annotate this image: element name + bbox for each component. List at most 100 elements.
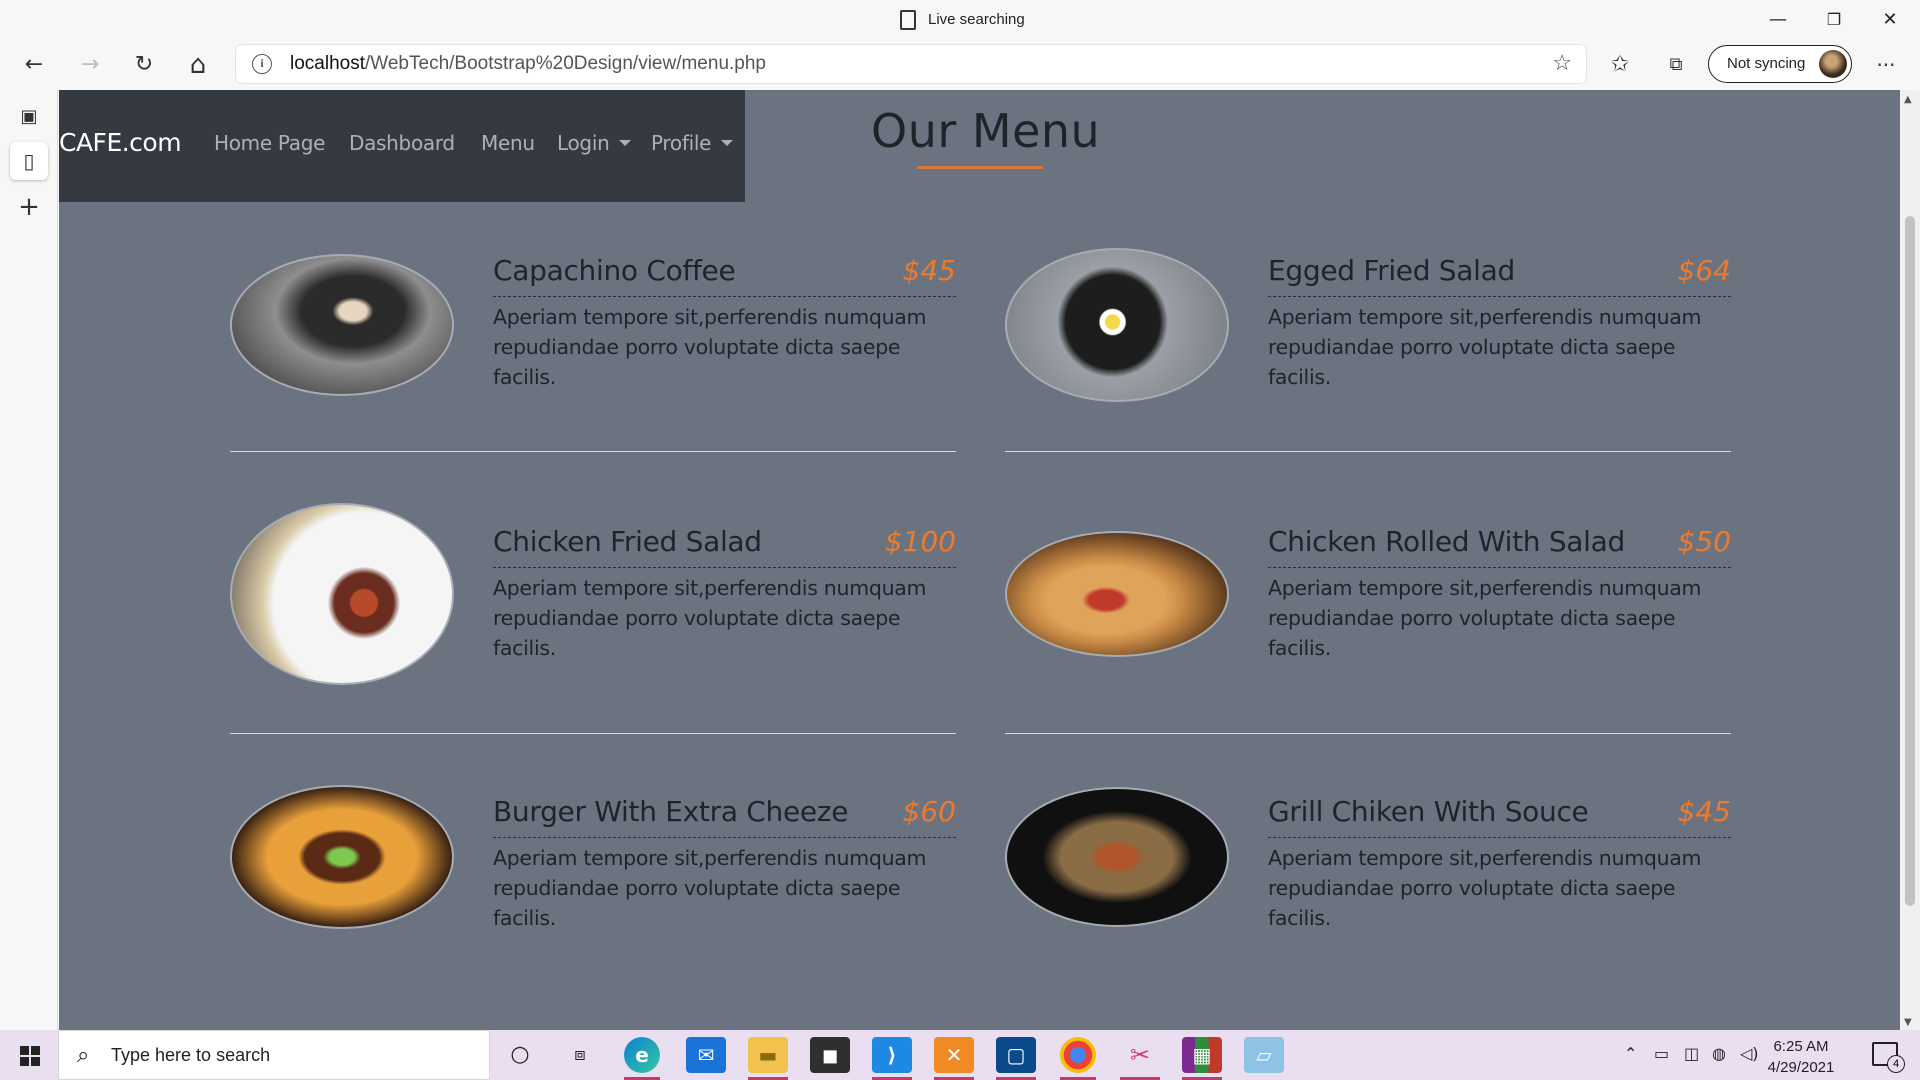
add-tab-icon[interactable]: + (10, 188, 48, 226)
menu-item: Egged Fried Salad $64 Aperiam tempore si… (1005, 248, 1731, 484)
tab-actions-icon[interactable]: ▣ (10, 98, 48, 136)
page-title: Our Menu (871, 104, 1101, 158)
chevron-down-icon (721, 140, 734, 146)
item-separator (230, 451, 956, 452)
device-icon[interactable]: ◫ (1684, 1044, 1699, 1063)
dotted-divider (1268, 837, 1731, 838)
search-icon: ⌕ (77, 1043, 90, 1068)
vertical-tabs-sidebar: ▣ ▯ + (0, 90, 58, 1030)
menu-item-name: Egged Fried Salad (1268, 254, 1515, 287)
chevron-down-icon (619, 140, 632, 146)
menu-item-price: $50 (1677, 525, 1731, 558)
menu-item: Burger With Extra Cheeze $60 Aperiam tem… (230, 785, 956, 1025)
web-page: CAFE.com Home Page Dashboard Menu Login … (59, 90, 1900, 1030)
page-icon[interactable]: ▯ (10, 142, 48, 180)
back-button[interactable]: ← (16, 48, 52, 82)
more-menu-button[interactable]: ··· (1868, 48, 1904, 82)
item-separator (230, 733, 956, 734)
store-icon[interactable]: ◼ (810, 1037, 850, 1073)
grilled-skewers-image (1005, 787, 1229, 927)
menu-item-price: $45 (902, 254, 956, 287)
app-window-icon[interactable]: ▢ (996, 1037, 1036, 1080)
vscode-icon[interactable]: ⟩ (872, 1037, 912, 1080)
snipping-tool-icon[interactable]: ✂ (1120, 1037, 1160, 1080)
page-scrollbar[interactable]: ▲ ▼ (1900, 90, 1920, 1030)
site-info-icon[interactable]: i (252, 54, 272, 74)
task-view-icon[interactable]: ⧈ (560, 1037, 600, 1073)
site-brand[interactable]: CAFE.com (59, 128, 182, 157)
document-icon (900, 10, 916, 30)
clock-time: 6:25 AM (1773, 1038, 1829, 1055)
add-favorite-icon[interactable]: ☆ (1552, 51, 1572, 76)
nav-profile-dropdown[interactable]: Profile (651, 131, 734, 155)
taskbar-clock[interactable]: 6:25 AM 4/29/2021 (1756, 1036, 1846, 1078)
avatar (1819, 50, 1847, 78)
nav-dashboard-link[interactable]: Dashboard (349, 131, 455, 155)
menu-item-price: $64 (1677, 254, 1731, 287)
nav-login-dropdown[interactable]: Login (557, 131, 632, 155)
windows-taskbar: ⌕ Type here to search ○ ⧈ e ✉ ▬ ◼ ⟩ ✕ ▢ … (0, 1030, 1920, 1080)
coffee-cup-image (230, 254, 454, 396)
dotted-divider (1268, 296, 1731, 297)
nav-home-link[interactable]: Home Page (214, 131, 325, 155)
menu-item-price: $45 (1677, 795, 1731, 828)
minimize-button[interactable]: — (1758, 6, 1798, 34)
menu-item-name: Capachino Coffee (493, 254, 736, 287)
show-hidden-icons[interactable]: ⌃ (1624, 1044, 1637, 1063)
menu-item-description: Aperiam tempore sit,perferendis numquam … (1268, 305, 1702, 389)
scroll-up-icon[interactable]: ▲ (1904, 94, 1912, 105)
cheese-burger-image (230, 785, 454, 929)
file-explorer-icon[interactable]: ▬ (748, 1037, 788, 1080)
refresh-button[interactable]: ↻ (126, 48, 162, 82)
menu-item-name: Burger With Extra Cheeze (493, 795, 849, 828)
address-bar[interactable]: i localhost/WebTech/Bootstrap%20Design/v… (236, 45, 1586, 83)
title-underline (917, 166, 1043, 169)
url-path: /WebTech/Bootstrap%20Design/view/menu.ph… (365, 53, 766, 74)
winrar-icon[interactable]: ▦ (1182, 1037, 1222, 1080)
english-breakfast-image (230, 503, 454, 685)
battery-icon[interactable]: ▭ (1654, 1044, 1669, 1063)
site-navbar: CAFE.com Home Page Dashboard Menu Login … (59, 90, 745, 202)
forward-button[interactable]: → (72, 48, 108, 82)
dotted-divider (493, 567, 956, 568)
title-bar: Live searching — ❐ ✕ (0, 0, 1920, 40)
mail-icon[interactable]: ✉ (686, 1037, 726, 1073)
windows-start-icon[interactable] (10, 1038, 50, 1072)
item-separator (1005, 451, 1731, 452)
menu-item-description: Aperiam tempore sit,perferendis numquam … (493, 305, 927, 389)
window-title: Live searching (928, 11, 1025, 28)
url-text[interactable]: localhost/WebTech/Bootstrap%20Design/vie… (290, 53, 766, 75)
menu-item-description: Aperiam tempore sit,perferendis numquam … (493, 846, 927, 930)
xampp-icon[interactable]: ✕ (934, 1037, 974, 1080)
menu-item: Capachino Coffee $45 Aperiam tempore sit… (230, 254, 956, 484)
url-host: localhost (290, 53, 365, 74)
egg-breakfast-plate-image (1005, 248, 1229, 402)
menu-item: Grill Chiken With Souce $45 Aperiam temp… (1005, 787, 1731, 1025)
notepad-icon[interactable]: ▱ (1244, 1037, 1284, 1073)
taskbar-search-placeholder: Type here to search (111, 1045, 271, 1065)
nav-login-label: Login (557, 131, 610, 155)
taskbar-search-box[interactable]: ⌕ Type here to search (58, 1030, 490, 1080)
notifications-icon[interactable]: 4 (1872, 1042, 1905, 1073)
close-button[interactable]: ✕ (1870, 6, 1910, 34)
menu-item-description: Aperiam tempore sit,perferendis numquam … (1268, 576, 1702, 660)
chrome-icon[interactable] (1060, 1037, 1096, 1080)
home-button[interactable]: ⌂ (180, 48, 216, 82)
nav-menu-link[interactable]: Menu (481, 131, 535, 155)
profile-sync-button[interactable]: Not syncing (1708, 45, 1852, 83)
sync-label: Not syncing (1727, 55, 1806, 72)
cortana-icon[interactable]: ○ (500, 1037, 540, 1073)
menu-item-description: Aperiam tempore sit,perferendis numquam … (493, 576, 927, 660)
edge-browser-icon[interactable]: e (624, 1037, 660, 1080)
browser-toolbar: ← → ↻ ⌂ i localhost/WebTech/Bootstrap%20… (0, 40, 1920, 90)
network-globe-icon[interactable]: ◍ (1712, 1044, 1726, 1063)
scrollbar-thumb[interactable] (1905, 216, 1915, 906)
restore-button[interactable]: ❐ (1814, 6, 1854, 34)
favorites-icon[interactable]: ✩ (1602, 48, 1638, 82)
scroll-down-icon[interactable]: ▼ (1904, 1017, 1912, 1028)
menu-item-name: Grill Chiken With Souce (1268, 795, 1589, 828)
dotted-divider (1268, 567, 1731, 568)
dotted-divider (493, 837, 956, 838)
collections-icon[interactable]: ⧉ (1658, 48, 1694, 82)
burrito-wrap-image (1005, 531, 1229, 657)
